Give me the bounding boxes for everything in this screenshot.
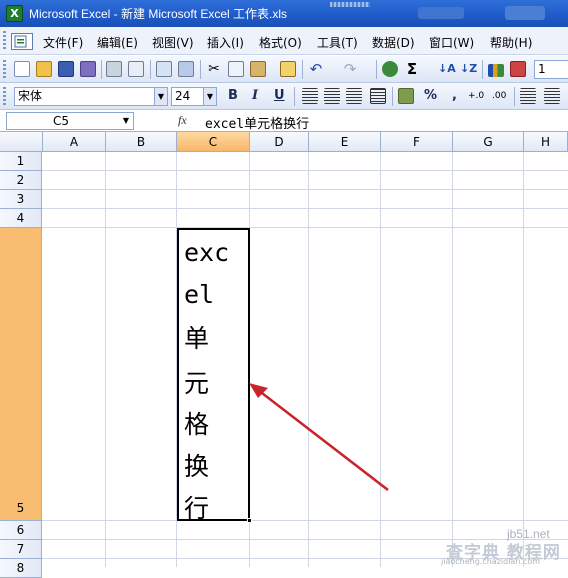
watermark-url: jiaocheng.chazidian.com — [441, 557, 541, 566]
annotation-arrow-icon — [249, 383, 389, 491]
